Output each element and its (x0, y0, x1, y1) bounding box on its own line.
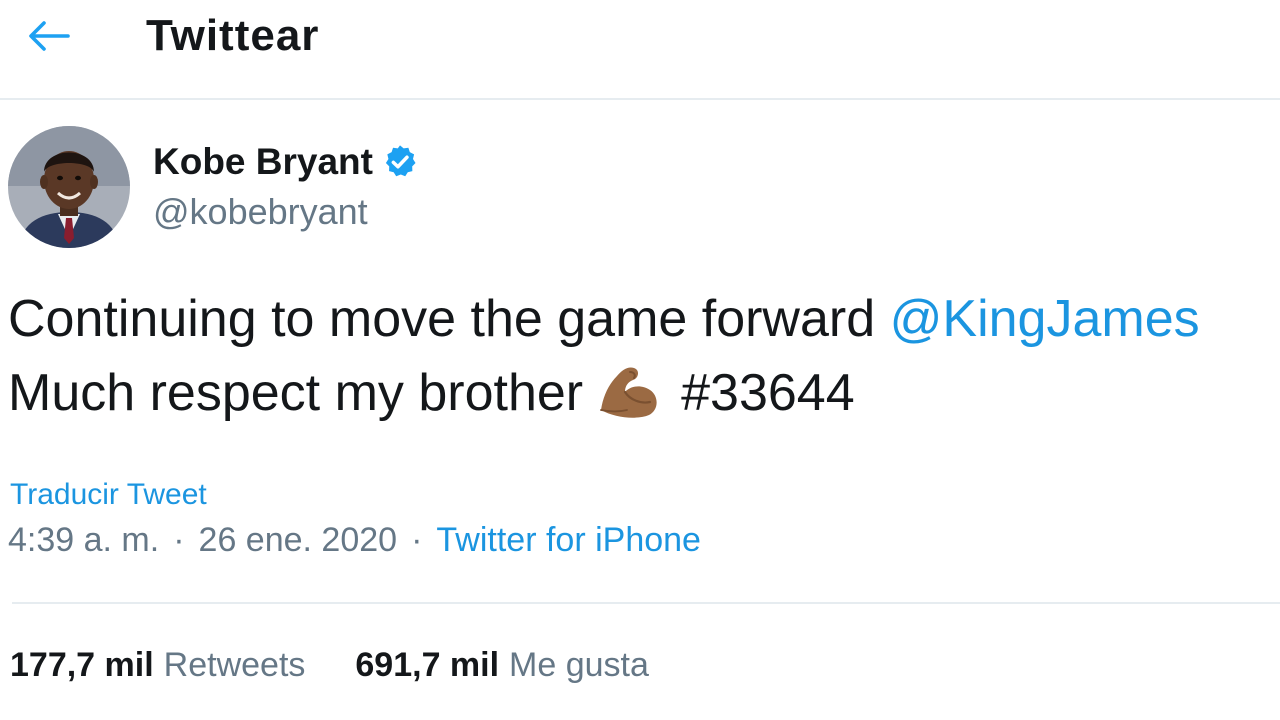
tweet-detail-page: Twittear Kobe Bryant @kobebryant Continu… (0, 0, 1280, 720)
tweet-text-part: Much respect my brother (8, 364, 584, 422)
tweet-source-link[interactable]: Twitter for iPhone (436, 521, 701, 559)
retweets-stat[interactable]: 177,7 mil Retweets (10, 642, 305, 688)
tweet-text-part: Continuing to move the game forward (8, 290, 890, 348)
mention-link[interactable]: @KingJames (890, 290, 1200, 348)
flexed-biceps-icon (597, 360, 663, 420)
author-name[interactable]: Kobe Bryant (153, 140, 419, 184)
translate-tweet-link[interactable]: Traducir Tweet (10, 476, 207, 514)
divider (12, 602, 1280, 604)
tweet-date[interactable]: 26 ene. 2020 (199, 521, 398, 559)
tweet-time[interactable]: 4:39 a. m. (8, 521, 159, 559)
author-handle[interactable]: @kobebryant (153, 190, 368, 234)
hashtag-text: #33644 (681, 364, 855, 422)
tweet-stats: 177,7 mil Retweets 691,7 mil Me gusta (10, 642, 649, 688)
verified-badge-icon (381, 143, 419, 181)
tweet-line-1: Continuing to move the game forward @Kin… (8, 282, 1280, 356)
likes-count: 691,7 mil (355, 646, 500, 684)
back-button[interactable] (22, 14, 74, 58)
likes-stat[interactable]: 691,7 mil Me gusta (355, 642, 649, 688)
retweets-count: 177,7 mil (10, 646, 154, 684)
likes-label: Me gusta (509, 646, 649, 684)
arrow-left-icon (29, 21, 70, 51)
tweet-text: Continuing to move the game forward @Kin… (8, 282, 1280, 430)
page-title: Twittear (146, 11, 320, 60)
header-bar: Twittear (0, 0, 1280, 100)
author-name-text: Kobe Bryant (153, 141, 373, 182)
meta-separator: · (173, 521, 185, 559)
retweets-label: Retweets (163, 646, 306, 684)
tweet-meta: 4:39 a. m. · 26 ene. 2020 · Twitter for iPho… (8, 518, 701, 562)
avatar[interactable] (8, 126, 130, 248)
meta-separator: · (411, 521, 423, 559)
tweet-line-2: Much respect my brother #33644 (8, 356, 1280, 430)
